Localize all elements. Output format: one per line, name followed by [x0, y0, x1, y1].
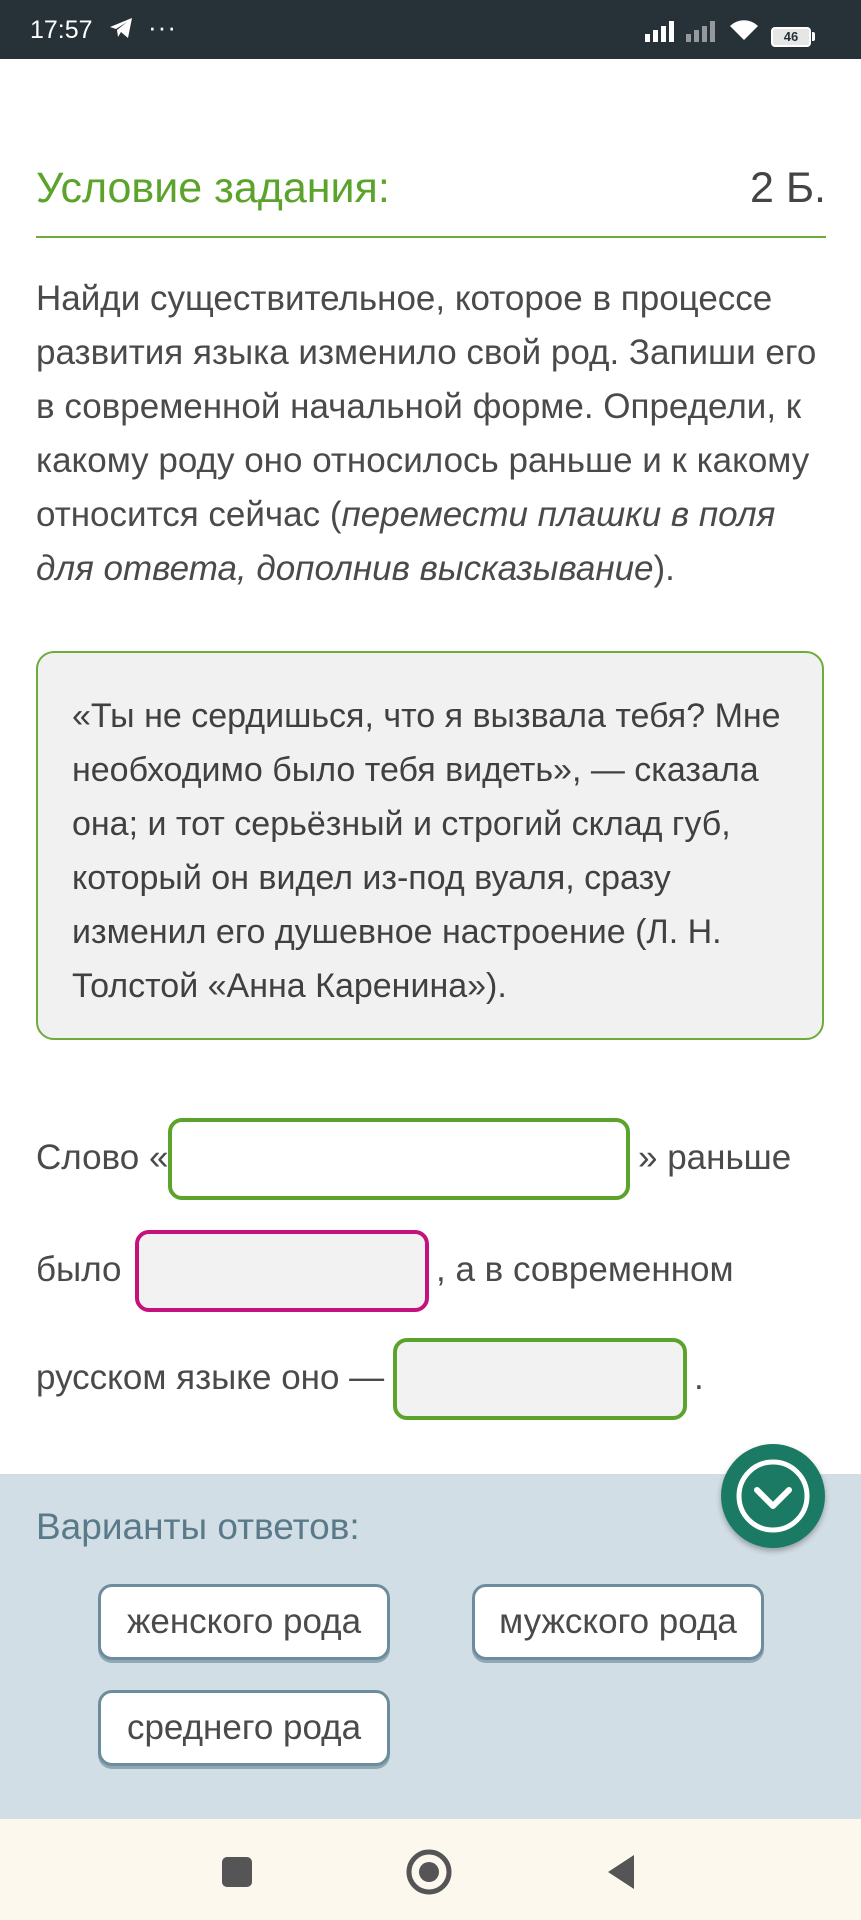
sentence-part-5: русском языке оно —	[36, 1358, 385, 1397]
sentence-part-1: Слово «	[36, 1138, 169, 1177]
answer-chip-masculine[interactable]: мужского рода	[472, 1584, 764, 1660]
answer-chip-neuter[interactable]: среднего рода	[98, 1690, 390, 1766]
signal-icon	[686, 21, 715, 42]
wifi-icon	[730, 20, 758, 40]
status-bar: 17:57 ··· 46	[0, 0, 861, 59]
navigation-bar	[0, 1819, 861, 1920]
answer-chip-feminine[interactable]: женского рода	[98, 1584, 390, 1660]
answers-title: Варианты ответов:	[36, 1506, 360, 1547]
quote-box: «Ты не сердишься, что я вызвала тебя? Мн…	[36, 651, 824, 1040]
former-gender-drop-slot[interactable]	[135, 1230, 429, 1312]
task-title: Условие задания:	[36, 164, 390, 212]
word-input[interactable]	[168, 1118, 630, 1200]
sentence-part-3: было	[36, 1250, 122, 1289]
status-time: 17:57	[30, 16, 93, 44]
sentence-part-4: , а в современном	[436, 1250, 734, 1289]
current-gender-drop-slot[interactable]	[393, 1338, 687, 1420]
task-header: Условие задания: 2 Б.	[36, 160, 826, 238]
home-icon[interactable]	[404, 1847, 454, 1897]
signal-icon	[645, 21, 674, 42]
sentence-part-6: .	[694, 1358, 704, 1397]
task-points: 2 Б.	[749, 164, 826, 212]
chevron-down-icon	[736, 1459, 810, 1533]
battery-icon: 46	[771, 27, 811, 47]
task-text-end: ).	[653, 549, 675, 588]
battery-tip	[812, 32, 815, 41]
back-icon[interactable]	[598, 1847, 648, 1897]
scroll-down-button[interactable]	[721, 1444, 825, 1548]
more-notifications-icon: ···	[148, 12, 177, 42]
sentence-part-2: » раньше	[638, 1138, 792, 1177]
recent-apps-icon[interactable]	[212, 1847, 262, 1897]
telegram-icon	[110, 18, 132, 38]
task-description: Найди существительное, которое в процесс…	[36, 272, 836, 596]
